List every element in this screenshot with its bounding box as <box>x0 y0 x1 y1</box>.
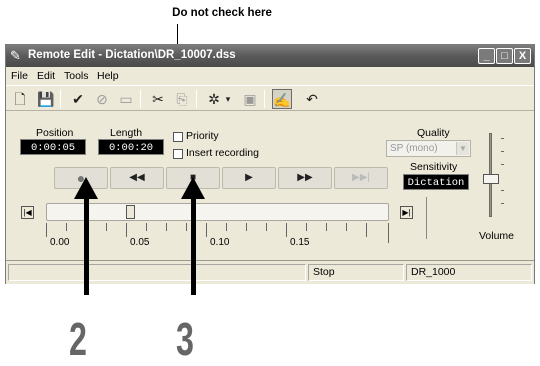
book-icon[interactable]: ▭ <box>116 89 136 109</box>
paste-icon[interactable]: ⎘ <box>172 89 192 109</box>
volume-tick <box>501 190 504 191</box>
menu-edit[interactable]: Edit <box>37 70 55 82</box>
ruler-tick <box>146 223 147 231</box>
volume-tick <box>501 151 504 152</box>
ruler-label: 0.10 <box>210 237 230 248</box>
go-to-end-button[interactable]: ▶| <box>400 206 413 219</box>
title-bar[interactable]: ✎ Remote Edit - Dictation\DR_10007.dss _… <box>6 45 534 67</box>
position-slider-track[interactable] <box>46 203 389 221</box>
ruler-label: 0.05 <box>130 237 150 248</box>
ruler-tick <box>166 223 167 231</box>
ruler-tick <box>206 223 207 237</box>
edit-icon[interactable]: ✍ <box>272 89 292 109</box>
settings-icon[interactable]: ✲ <box>204 89 224 109</box>
ruler-tick <box>388 223 389 243</box>
toolbar-separator <box>196 90 197 108</box>
skip-end-button[interactable]: ▶▶| <box>334 167 388 189</box>
do-not-check-annotation: Do not check here <box>172 7 272 19</box>
go-to-start-button[interactable]: |◀ <box>21 206 34 219</box>
ruler-tick <box>106 223 107 231</box>
maximize-button[interactable]: □ <box>496 48 513 64</box>
stamp-icon[interactable]: ▣ <box>240 89 260 109</box>
dropdown-icon[interactable]: ▾ <box>222 89 234 109</box>
priority-label: Priority <box>186 130 219 142</box>
rewind-button[interactable]: ◀◀ <box>110 167 164 189</box>
undo-icon[interactable]: ↶ <box>302 89 322 109</box>
ruler-tick <box>246 223 247 231</box>
chevron-down-icon: ▼ <box>456 142 469 155</box>
priority-checkbox[interactable] <box>173 132 183 142</box>
ruler-tick <box>186 223 187 231</box>
ruler-tick <box>46 223 47 237</box>
ruler-tick <box>126 223 127 237</box>
play-button[interactable]: ▶ <box>222 167 276 189</box>
status-cell-empty <box>8 264 306 281</box>
quality-dropdown[interactable]: SP (mono) ▼ <box>386 140 471 157</box>
sensitivity-label: Sensitivity <box>410 161 458 173</box>
ruler-tick <box>66 223 67 231</box>
position-display: 0:00:05 <box>20 139 86 155</box>
fast-forward-button[interactable]: ▶▶ <box>278 167 332 189</box>
new-icon[interactable]: 🗋 <box>10 89 30 109</box>
insert-recording-checkbox[interactable] <box>173 149 183 159</box>
volume-tick <box>501 164 504 165</box>
arrow-shaft-stop <box>191 197 196 295</box>
ruler-label: 0.15 <box>290 237 310 248</box>
toolbar-separator <box>264 90 265 108</box>
ruler-tick <box>346 223 347 231</box>
ruler-tick <box>266 223 267 231</box>
ruler-tick <box>226 223 227 231</box>
quality-value: SP (mono) <box>390 143 438 154</box>
status-state: Stop <box>308 264 404 281</box>
sensitivity-display[interactable]: Dictation <box>403 174 469 190</box>
quality-label: Quality <box>417 127 450 139</box>
ruler-tick <box>366 223 367 237</box>
menu-tools[interactable]: Tools <box>64 70 89 82</box>
volume-slider-thumb[interactable] <box>483 174 499 184</box>
ruler-tick <box>286 223 287 237</box>
status-file: DR_1000 <box>406 264 532 281</box>
callout-number-2: 2 <box>69 313 87 365</box>
window-title: Remote Edit - Dictation\DR_10007.dss <box>28 49 236 61</box>
menu-help[interactable]: Help <box>97 70 119 82</box>
ruler-tick <box>306 223 307 231</box>
close-button[interactable]: X <box>514 48 531 64</box>
volume-label: Volume <box>479 230 515 242</box>
position-label: Position <box>36 127 74 139</box>
minimize-button[interactable]: _ <box>478 48 495 64</box>
toolbar: 🗋 💾 ✔ ⊘ ▭ ✂ ⎘ ✲ ▾ ▣ ✍ ↶ <box>6 85 534 111</box>
volume-tick <box>501 203 504 204</box>
arrow-to-record-icon <box>74 177 98 199</box>
arrow-to-stop-icon <box>181 177 205 199</box>
toolbar-separator <box>140 90 141 108</box>
ruler-label: 0.00 <box>50 237 70 248</box>
menu-file[interactable]: File <box>11 70 28 82</box>
cancel-icon[interactable]: ⊘ <box>92 89 112 109</box>
length-label: Length <box>110 127 143 139</box>
insert-recording-label: Insert recording <box>186 147 259 159</box>
length-display: 0:00:20 <box>98 139 164 155</box>
volume-tick <box>501 138 504 139</box>
level-meter <box>426 197 427 239</box>
position-slider-thumb[interactable] <box>126 205 135 219</box>
arrow-shaft-record <box>84 197 89 295</box>
menu-bar: File Edit Tools Help <box>6 67 534 85</box>
pen-icon: ✎ <box>10 48 21 63</box>
ruler-tick <box>326 223 327 231</box>
cut-icon[interactable]: ✂ <box>148 89 168 109</box>
toolbar-separator <box>60 90 61 108</box>
callout-number-3: 3 <box>176 313 194 365</box>
save-icon[interactable]: 💾 <box>36 89 56 109</box>
check-icon[interactable]: ✔ <box>68 89 88 109</box>
